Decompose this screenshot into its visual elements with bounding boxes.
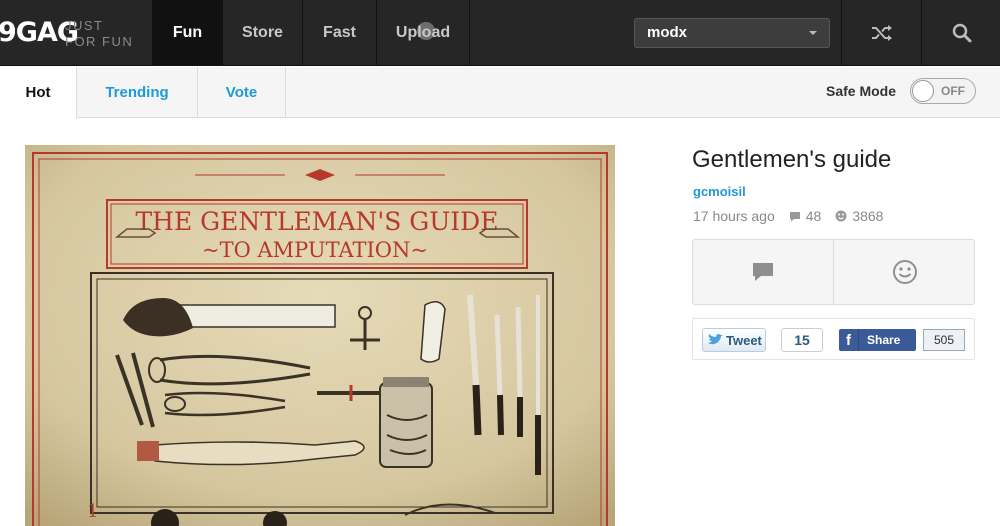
post-author[interactable]: gcmoisil (693, 184, 746, 199)
sub-nav: Hot Trending Vote Safe Mode OFF (0, 67, 1000, 119)
search-button[interactable] (921, 0, 1000, 66)
tab-hot[interactable]: Hot (0, 67, 77, 119)
facebook-icon: f (839, 329, 859, 351)
nav-fun[interactable]: Fun (152, 0, 222, 66)
post-time: 17 hours ago (693, 208, 775, 224)
nav-store[interactable]: Store (222, 0, 302, 66)
top-bar: 9GAG JUST FOR FUN Fun Store Fast Upload … (0, 0, 1000, 66)
safe-mode-state: OFF (941, 84, 965, 98)
poster-title-line-2: ~TO AMPUTATION~ (202, 238, 428, 262)
tweet-button[interactable]: Tweet (702, 328, 766, 352)
poster-illustration: THE GENTLEMAN'S GUIDE ~TO AMPUTATION~ 1 (25, 145, 615, 526)
tab-vote[interactable]: Vote (198, 67, 286, 118)
like-button[interactable] (834, 240, 975, 304)
post-meta: 17 hours ago 48 3868 (693, 208, 883, 224)
logo-tagline: JUST FOR FUN (65, 18, 133, 50)
comment-button[interactable] (693, 240, 834, 304)
shuffle-button[interactable] (841, 0, 921, 66)
tweet-count: 15 (781, 328, 823, 352)
shuffle-icon (871, 25, 892, 41)
logo[interactable]: 9GAG JUST FOR FUN (0, 0, 150, 66)
facebook-share-button[interactable]: f Share (839, 329, 916, 351)
safe-mode-label: Safe Mode (826, 83, 897, 99)
points-icon (835, 210, 847, 222)
facebook-share-label: Share (867, 333, 901, 347)
comment-count[interactable]: 48 (806, 208, 822, 224)
user-name: modx (647, 24, 688, 41)
facebook-share-count: 505 (923, 329, 965, 351)
action-box (692, 239, 975, 305)
nav-fast[interactable]: Fast (302, 0, 376, 66)
nav-upload[interactable]: Upload (376, 0, 470, 66)
chevron-down-icon (809, 31, 817, 35)
comment-icon (753, 263, 773, 281)
toggle-knob (912, 80, 934, 102)
logo-tagline-line-1: JUST (65, 18, 104, 33)
search-icon (952, 23, 971, 43)
post-image[interactable]: THE GENTLEMAN'S GUIDE ~TO AMPUTATION~ 1 (25, 145, 615, 526)
post-title[interactable]: Gentlemen's guide (692, 146, 891, 174)
poster-title-line-1: THE GENTLEMAN'S GUIDE (136, 207, 499, 236)
tweet-label: Tweet (726, 332, 762, 348)
points-count: 3868 (852, 208, 884, 224)
logo-tagline-line-2: FOR FUN (65, 34, 134, 49)
user-dropdown[interactable]: modx (634, 18, 830, 48)
share-box: Tweet 15 f Share 505 (692, 318, 975, 360)
smiley-icon (892, 260, 917, 284)
nav-upload-label: Upload (395, 24, 451, 41)
twitter-bird-icon (708, 334, 723, 345)
safe-mode-toggle[interactable]: OFF (910, 78, 976, 104)
comment-icon (789, 211, 800, 221)
svg-text:1: 1 (87, 501, 98, 522)
tab-trending[interactable]: Trending (77, 67, 198, 118)
